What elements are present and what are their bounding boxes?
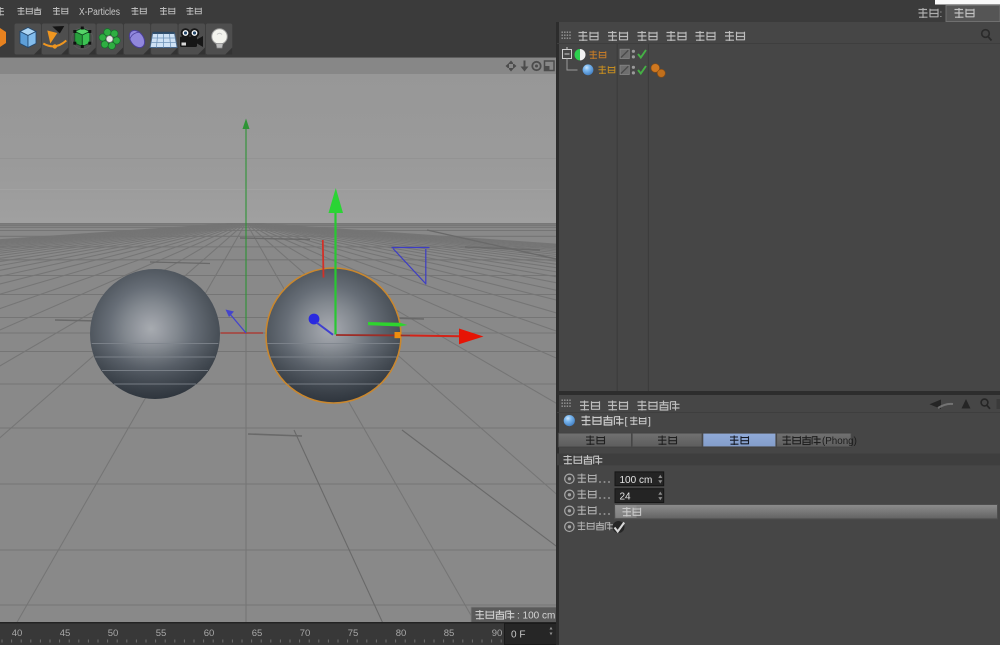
svg-text:90: 90	[492, 628, 503, 639]
svg-text:24: 24	[620, 492, 632, 503]
svg-text:65: 65	[252, 628, 263, 639]
svg-text:: 100 cm: : 100 cm	[517, 611, 555, 622]
svg-text:85: 85	[444, 628, 455, 639]
svg-text:75: 75	[348, 628, 359, 639]
svg-text::: :	[940, 9, 943, 20]
svg-text:[: [	[625, 416, 628, 428]
svg-text:80: 80	[396, 628, 407, 639]
svg-text:50: 50	[108, 628, 119, 639]
svg-text:55: 55	[156, 628, 167, 639]
svg-text:]: ]	[648, 416, 651, 428]
svg-text:70: 70	[300, 628, 311, 639]
svg-text:40: 40	[12, 628, 23, 639]
svg-text:(Phong): (Phong)	[822, 436, 857, 447]
svg-text:X-Particles: X-Particles	[79, 7, 120, 18]
svg-text:60: 60	[204, 628, 215, 639]
svg-text:45: 45	[60, 628, 71, 639]
svg-text:100 cm: 100 cm	[620, 475, 653, 486]
svg-text:0 F: 0 F	[511, 630, 525, 641]
